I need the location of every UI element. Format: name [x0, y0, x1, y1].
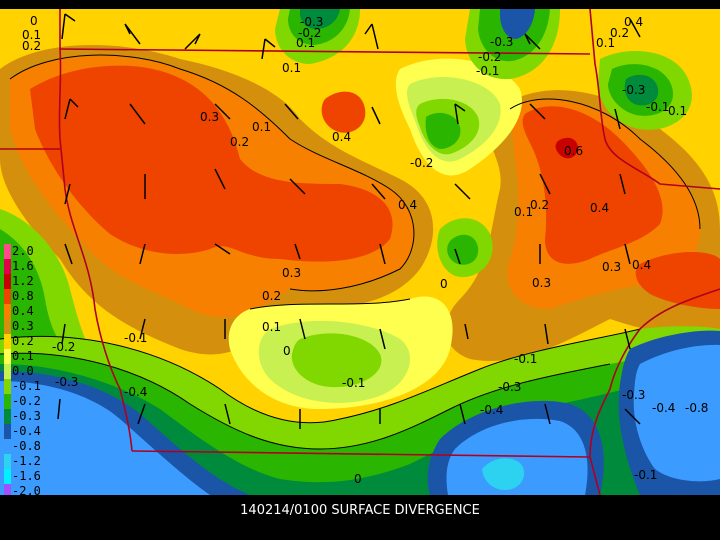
label: 0.2 [22, 39, 41, 53]
legend-label: -0.3 [12, 409, 41, 423]
legend-swatch [4, 244, 11, 259]
label: 0.1 [596, 36, 615, 50]
legend-label: 0.1 [12, 349, 34, 363]
label: -0.8 [685, 401, 708, 415]
legend-swatch [4, 454, 11, 469]
label: -0.1 [646, 100, 669, 114]
legend-swatch [4, 304, 11, 319]
label: 0 [283, 344, 291, 358]
legend-label: -0.2 [12, 394, 41, 408]
legend-entry: 1.6 [0, 259, 60, 274]
footer-bar: 140214/0100 SURFACE DIVERGENCE [0, 495, 720, 540]
legend-entry: 0.8 [0, 289, 60, 304]
legend-swatch [4, 439, 11, 454]
legend-entry: 0.3 [0, 319, 60, 334]
legend-entry: -0.3 [0, 409, 60, 424]
color-legend: 2.0 1.6 1.2 0.8 0.4 0.3 0.2 0.1 0.0 -0.1 -0.2 -0.3-… [0, 244, 60, 499]
legend-swatch [4, 289, 11, 304]
label: -0.1 [124, 331, 147, 345]
legend-label: 0.2 [12, 334, 34, 348]
legend-entry: -0.2 [0, 394, 60, 409]
label: 0.4 [632, 258, 651, 272]
legend-entry: -0.8 [0, 439, 60, 454]
legend-swatch [4, 259, 11, 274]
label: 0.3 [532, 276, 551, 290]
legend-swatch [4, 424, 11, 439]
legend-label: -0.4 [12, 424, 41, 438]
legend-swatch [4, 334, 11, 349]
label: -0.4 [124, 385, 147, 399]
legend-entry: -0.1 [0, 379, 60, 394]
legend-swatch [4, 364, 11, 379]
label: -0.2 [410, 156, 433, 170]
label: 0.2 [230, 135, 249, 149]
legend-label: 1.6 [12, 259, 34, 273]
legend-label: -1.6 [12, 469, 41, 483]
legend-label: 2.0 [12, 244, 34, 258]
legend-swatch [4, 394, 11, 409]
legend-entry: 0.2 [0, 334, 60, 349]
legend-swatch [4, 274, 11, 289]
legend-label: -0.1 [12, 379, 41, 393]
legend-entry: 0.0 [0, 364, 60, 379]
label: -0.1 [634, 468, 657, 482]
label: -0.2 [478, 50, 501, 64]
divergence-map: 0 0.1 0.2 -0.3 -0.2 0.1 -0.3 -0.2 -0.1 0… [0, 9, 720, 495]
legend-entry: -1.6 [0, 469, 60, 484]
legend-entry: -1.2 [0, 454, 60, 469]
legend-entry: 1.2 [0, 274, 60, 289]
legend-label: 0.3 [12, 319, 34, 333]
label: -0.3 [622, 83, 645, 97]
label: 0.1 [282, 61, 301, 75]
label: 0.1 [252, 120, 271, 134]
legend-label: 0.0 [12, 364, 34, 378]
legend-entry: 2.0 [0, 244, 60, 259]
legend-swatch [4, 469, 11, 484]
label: -0.4 [652, 401, 675, 415]
legend-label: 0.8 [12, 289, 34, 303]
label: -0.1 [476, 64, 499, 78]
label: 0 [440, 277, 448, 291]
label: 0.4 [590, 201, 609, 215]
legend-swatch [4, 409, 11, 424]
label: 0.1 [296, 36, 315, 50]
legend-entry: -0.4 [0, 424, 60, 439]
legend-swatch [4, 349, 11, 364]
legend-swatch [4, 379, 11, 394]
label: -0.4 [480, 403, 503, 417]
legend-label: 1.2 [12, 274, 34, 288]
label: -0.3 [498, 380, 521, 394]
legend-entry: 0.1 [0, 349, 60, 364]
legend-swatch [4, 319, 11, 334]
label: 0.4 [332, 130, 351, 144]
label: 0.3 [602, 260, 621, 274]
legend-label: -0.8 [12, 439, 41, 453]
label: 0.2 [530, 198, 549, 212]
label: 0.3 [200, 110, 219, 124]
legend-label: -1.2 [12, 454, 41, 468]
label: -0.1 [342, 376, 365, 390]
label: 0.2 [262, 289, 281, 303]
label: 0.4 [398, 198, 417, 212]
label: -0.3 [490, 35, 513, 49]
legend-entry: 0.4 [0, 304, 60, 319]
label: 0.1 [668, 104, 687, 118]
label: 0.3 [282, 266, 301, 280]
map-title: 140214/0100 SURFACE DIVERGENCE [240, 503, 480, 518]
legend-label: 0.4 [12, 304, 34, 318]
label: -0.3 [622, 388, 645, 402]
label: 0.6 [564, 144, 583, 158]
label: 0.1 [262, 320, 281, 334]
label: 0 [30, 14, 38, 28]
label: 0 [354, 472, 362, 486]
label: -0.1 [514, 352, 537, 366]
